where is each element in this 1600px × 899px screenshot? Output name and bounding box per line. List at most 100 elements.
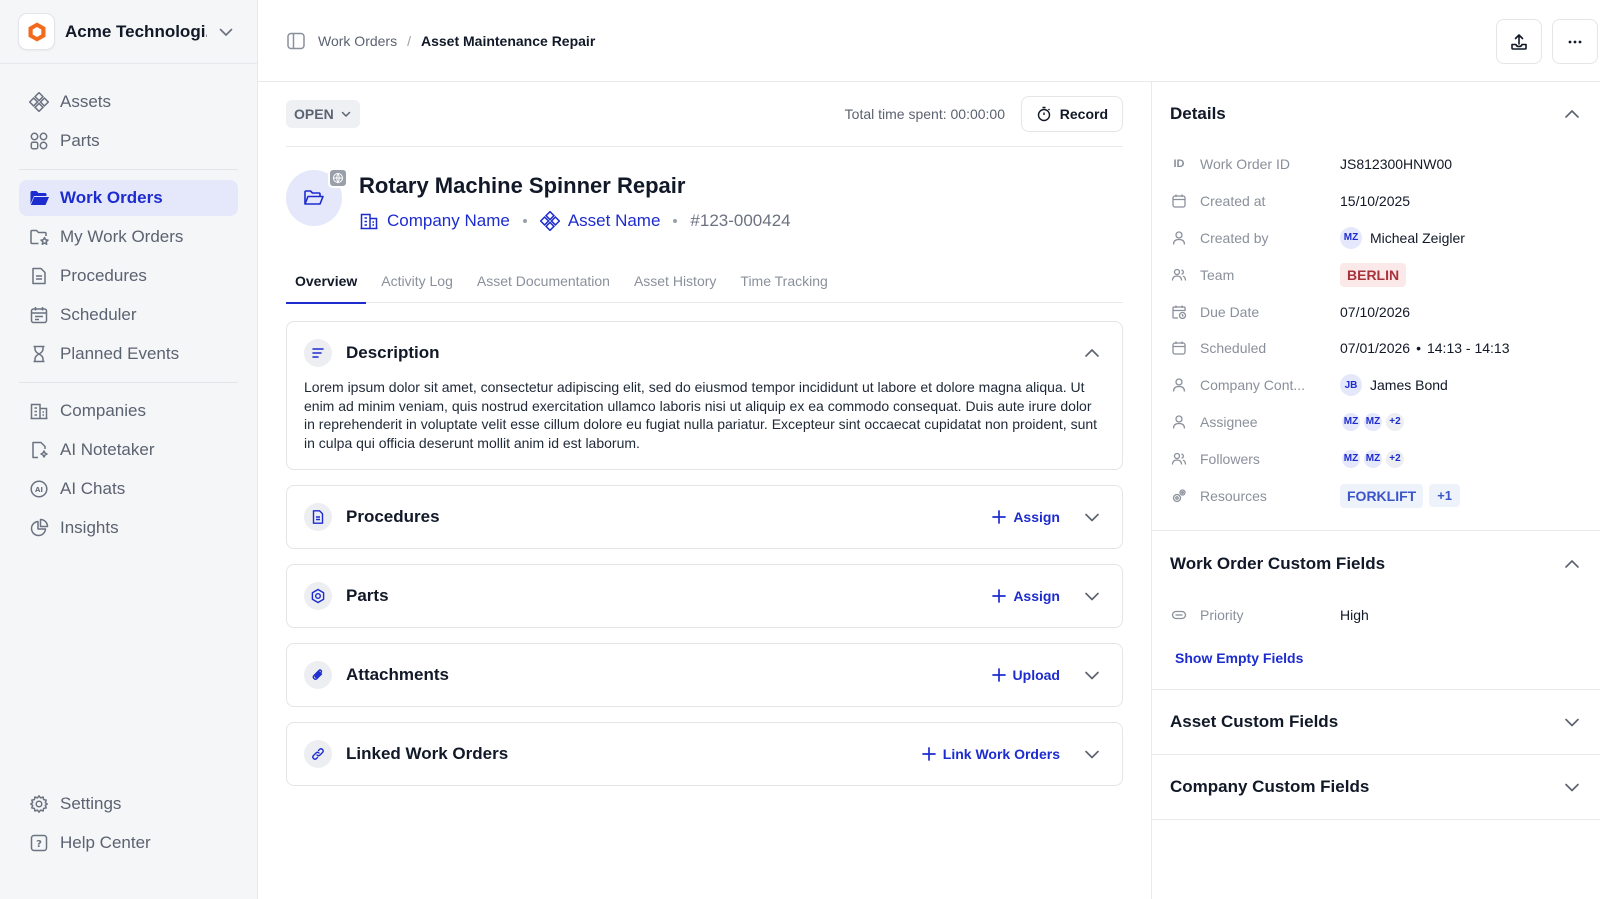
description-title: Description: [346, 343, 440, 362]
sidebar-item-planned-events[interactable]: Planned Events: [19, 336, 238, 372]
main-area: Work Orders / Asset Maintenance Repair O…: [258, 0, 1600, 899]
custom-fields-section: Work Order Custom Fields Priority High S…: [1152, 531, 1600, 690]
tab-overview[interactable]: Overview: [286, 258, 367, 304]
chevron-up-icon[interactable]: [1562, 554, 1582, 574]
assets-icon: [539, 211, 568, 231]
assignee-avatars[interactable]: MZ MZ +2: [1340, 410, 1406, 433]
chevron-down-icon[interactable]: [1082, 586, 1102, 606]
sidebar-item-ai-notetaker[interactable]: AI Notetaker: [19, 432, 238, 468]
sidebar-item-my-work-orders[interactable]: My Work Orders: [19, 219, 238, 255]
detail-label: Assignee: [1200, 413, 1258, 430]
breadcrumb: Work Orders / Asset Maintenance Repair: [286, 31, 595, 51]
linked-work-orders-header[interactable]: Linked Work Orders Link Work Orders: [287, 723, 1122, 785]
detail-row-scheduled: Scheduled 07/01/2026 • 14:13 - 14:13: [1170, 330, 1582, 367]
chevron-up-icon[interactable]: [1562, 104, 1582, 124]
status-bar: OPEN Total time spent: 00:00:00 Record: [286, 82, 1123, 147]
more-options-button[interactable]: [1552, 19, 1598, 64]
meta-separator: [673, 219, 678, 223]
upload-attachment-button[interactable]: Upload: [991, 667, 1060, 683]
sidebar: Acme Technologi... Assets Parts Work Ord…: [0, 0, 258, 899]
created-by-name: Micheal Zeigler: [1370, 229, 1465, 246]
sidebar-item-label: Work Orders: [60, 188, 163, 207]
sidebar-item-label: Parts: [60, 131, 100, 150]
sidebar-item-work-orders[interactable]: Work Orders: [19, 180, 238, 216]
breadcrumb-current: Asset Maintenance Repair: [420, 32, 596, 49]
tab-asset-history[interactable]: Asset History: [625, 258, 725, 303]
company-link[interactable]: Company Name: [359, 211, 510, 231]
follower-avatars[interactable]: MZ MZ +2: [1340, 447, 1406, 470]
avatar-overflow: +2: [1384, 410, 1406, 433]
work-order-header: Rotary Machine Spinner Repair Company Na…: [286, 147, 1123, 263]
status-dropdown[interactable]: OPEN: [286, 100, 360, 128]
sidebar-item-settings[interactable]: Settings: [19, 786, 238, 822]
org-switcher[interactable]: Acme Technologi...: [0, 0, 257, 64]
users-icon: [1170, 451, 1188, 467]
card-actions: Assign: [991, 507, 1102, 527]
sidebar-item-assets[interactable]: Assets: [19, 84, 238, 120]
avatar-overflow: +2: [1384, 447, 1406, 470]
detail-row-team: Team BERLIN: [1170, 256, 1582, 293]
asset-custom-fields-header[interactable]: Asset Custom Fields: [1170, 690, 1582, 754]
avatar: JB: [1340, 374, 1362, 397]
tab-time-tracking[interactable]: Time Tracking: [731, 258, 836, 303]
description-header[interactable]: Description: [287, 322, 1122, 384]
procedures-title: Procedures: [346, 507, 440, 526]
detail-label: Company Cont...: [1200, 377, 1306, 394]
asset-link[interactable]: Asset Name: [539, 211, 660, 231]
chevron-down-icon: [334, 108, 352, 120]
flag-pill-icon: [1170, 607, 1188, 623]
detail-label: Scheduled: [1200, 340, 1267, 357]
procedures-header[interactable]: Procedures Assign: [287, 486, 1122, 548]
assign-procedure-button[interactable]: Assign: [991, 509, 1060, 525]
resource-tag[interactable]: FORKLIFT: [1340, 483, 1424, 508]
assign-part-button[interactable]: Assign: [991, 588, 1060, 604]
id-icon: ID: [1173, 158, 1185, 171]
work-order-number: #123-000424: [690, 211, 791, 230]
sidebar-item-companies[interactable]: Companies: [19, 393, 238, 429]
stopwatch-icon: [1036, 106, 1060, 122]
show-empty-fields-link[interactable]: Show Empty Fields: [1170, 634, 1308, 689]
hexagon-gear-icon: [304, 582, 332, 610]
avatar: MZ: [1362, 447, 1384, 470]
tab-activity-log[interactable]: Activity Log: [372, 258, 462, 303]
details-panel: Details ID Work Order ID JS812300HNW00 C…: [1151, 82, 1600, 899]
card-actions: [1082, 343, 1102, 363]
sidebar-toggle-icon[interactable]: [286, 31, 306, 51]
sidebar-item-insights[interactable]: Insights: [19, 510, 238, 546]
custom-fields-header[interactable]: Work Order Custom Fields: [1170, 531, 1582, 597]
tab-asset-documentation[interactable]: Asset Documentation: [468, 258, 619, 303]
attachments-header[interactable]: Attachments Upload: [287, 644, 1122, 706]
chevron-down-icon[interactable]: [1082, 665, 1102, 685]
details-header[interactable]: Details: [1170, 82, 1582, 146]
sidebar-item-scheduler[interactable]: Scheduler: [19, 297, 238, 333]
export-button[interactable]: [1496, 19, 1542, 64]
building-icon: [28, 400, 50, 422]
assets-icon: [28, 91, 50, 113]
parts-header[interactable]: Parts Assign: [287, 565, 1122, 627]
sidebar-item-label: AI Chats: [60, 479, 126, 498]
link-work-orders-button[interactable]: Link Work Orders: [921, 746, 1060, 762]
detail-row-created-by: Created by MZ Micheal Zeigler: [1170, 220, 1582, 257]
chevron-up-icon[interactable]: [1082, 343, 1102, 363]
breadcrumb-work-orders[interactable]: Work Orders: [318, 33, 397, 49]
chevron-down-icon[interactable]: [217, 23, 235, 41]
chevron-down-icon[interactable]: [1562, 777, 1582, 797]
sidebar-item-ai-chats[interactable]: AI AI Chats: [19, 471, 238, 507]
description-card: Description Lorem ipsum dolor sit amet, …: [286, 321, 1123, 470]
resource-overflow[interactable]: +1: [1429, 484, 1461, 508]
calendar-icon: [1170, 193, 1188, 209]
chevron-down-icon[interactable]: [1562, 712, 1582, 732]
record-button[interactable]: Record: [1020, 96, 1123, 132]
team-tag[interactable]: BERLIN: [1340, 262, 1407, 287]
user-icon: [1170, 230, 1188, 246]
sidebar-item-help-center[interactable]: ? Help Center: [19, 825, 238, 861]
chevron-down-icon[interactable]: [1082, 507, 1102, 527]
sidebar-item-procedures[interactable]: Procedures: [19, 258, 238, 294]
chevron-down-icon[interactable]: [1082, 744, 1102, 764]
company-custom-fields-header[interactable]: Company Custom Fields: [1170, 755, 1582, 819]
detail-row-priority: Priority High: [1170, 597, 1582, 634]
tab-bar: Overview Activity Log Asset Documentatio…: [286, 258, 1123, 304]
more-horizontal-icon: [1565, 32, 1585, 52]
sidebar-item-parts[interactable]: Parts: [19, 123, 238, 159]
gears-icon: [1170, 488, 1188, 504]
